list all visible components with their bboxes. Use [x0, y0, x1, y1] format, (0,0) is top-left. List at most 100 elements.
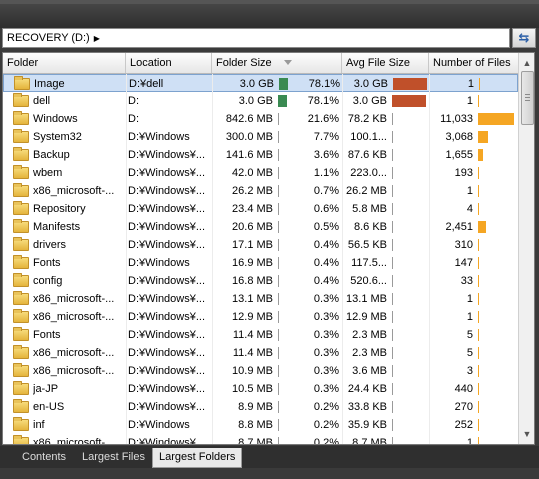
file-count: 33 [460, 275, 473, 287]
column-number-of-files[interactable]: Number of Files [429, 53, 518, 73]
avg-file-size: 8.6 KB [353, 221, 387, 233]
table-row[interactable]: System32 D:¥Windows 300.0 MB 7.7% 100.1... 3,… [3, 128, 518, 146]
folder-icon [13, 435, 29, 444]
table-row[interactable]: Repository D:¥Windows¥... 23.4 MB 0.6% 5.8 M… [3, 200, 518, 218]
file-count: 1 [466, 95, 473, 107]
table-row[interactable]: wbem D:¥Windows¥... 42.0 MB 1.1% 223.0... 193 [3, 164, 518, 182]
folder-size: 8.9 MB [238, 401, 273, 413]
avg-file-size: 24.4 KB [347, 383, 387, 395]
table-row[interactable]: en-US D:¥Windows¥... 8.9 MB 0.2% 33.8 KB 270 [3, 398, 518, 416]
table-row[interactable]: x86_microsoft-... D:¥Windows¥... 11.4 MB 0.… [3, 344, 518, 362]
scroll-up-icon[interactable]: ▲ [519, 55, 534, 71]
table-row[interactable]: Fonts D:¥Windows 16.9 MB 0.4% 117.5... 147 [3, 254, 518, 272]
folder-size: 16.9 MB [232, 257, 273, 269]
folder-location: D: [128, 95, 139, 107]
column-separator [429, 74, 430, 444]
file-count-bar [478, 257, 479, 269]
table-row[interactable]: x86_microsoft-... D:¥Windows¥... 10.9 MB 0.… [3, 362, 518, 380]
folder-percent: 21.6% [307, 113, 339, 125]
folder-icon [13, 327, 29, 341]
file-count: 1 [466, 311, 473, 323]
file-count: 147 [454, 257, 473, 269]
avg-file-size-bar [392, 131, 393, 143]
folder-icon [13, 219, 29, 233]
file-count-bar [478, 383, 479, 395]
vertical-scrollbar[interactable]: ▲ ▼ [518, 53, 534, 444]
table-row[interactable]: drivers D:¥Windows¥... 17.1 MB 0.4% 56.5 KB 3… [3, 236, 518, 254]
breadcrumb-arrow-icon[interactable]: ▶ [94, 34, 100, 43]
folder-size-bar [278, 275, 279, 287]
folder-name: Backup [33, 149, 70, 161]
table-row[interactable]: dell D: 3.0 GB 78.1% 3.0 GB 1 [3, 92, 518, 110]
folder-size-bar [278, 95, 287, 107]
file-count: 1 [467, 78, 474, 90]
folder-size-bar [278, 329, 279, 341]
table-row[interactable]: x86_microsoft-... D:¥Windows¥... 26.2 MB 0.… [3, 182, 518, 200]
table-row[interactable]: Windows D: 842.6 MB 21.6% 78.2 KB 11,033 [3, 110, 518, 128]
folder-icon [13, 309, 29, 323]
column-folder-size[interactable]: Folder Size [212, 53, 342, 73]
scroll-down-icon[interactable]: ▼ [519, 426, 534, 442]
scrollbar-thumb[interactable] [521, 71, 534, 125]
folder-name: Image [34, 78, 65, 90]
folder-size: 10.5 MB [232, 383, 273, 395]
folder-location: D:¥Windows [128, 131, 190, 143]
file-count-bar [478, 347, 479, 359]
file-count: 1 [466, 437, 473, 445]
tab-largest-folders[interactable]: Largest Folders [152, 448, 243, 468]
file-count: 3,068 [445, 131, 473, 143]
folder-location: D: [128, 113, 139, 125]
folder-size-bar [279, 78, 288, 90]
avg-file-size-bar [392, 185, 393, 197]
table-row[interactable]: x86_microsoft-... D:¥Windows¥... 8.7 MB 0.2… [3, 434, 518, 445]
address-bar[interactable]: RECOVERY (D:) ▶ [2, 28, 510, 48]
refresh-icon[interactable]: ⇆ [512, 28, 536, 48]
file-count: 193 [454, 167, 473, 179]
folder-size: 842.6 MB [225, 113, 273, 125]
column-folder[interactable]: Folder [3, 53, 126, 73]
column-location[interactable]: Location [126, 53, 212, 73]
avg-file-size-bar [392, 149, 393, 161]
tab-contents[interactable]: Contents [16, 448, 72, 467]
column-separator [126, 74, 127, 444]
column-avg-file-size[interactable]: Avg File Size [342, 53, 429, 73]
folder-size-bar [278, 383, 279, 395]
avg-file-size: 87.6 KB [347, 149, 387, 161]
file-count-bar [478, 221, 486, 233]
folder-size-bar [278, 221, 279, 233]
table-row[interactable]: Manifests D:¥Windows¥... 20.6 MB 0.5% 8.6 KB… [3, 218, 518, 236]
title-bar [0, 0, 539, 28]
folder-icon [13, 201, 29, 215]
avg-file-size: 117.5... [351, 257, 387, 269]
file-count-bar [478, 365, 479, 377]
avg-file-size-bar [393, 78, 427, 90]
avg-file-size-bar [392, 203, 393, 215]
folder-size-bar [278, 185, 279, 197]
table-row[interactable]: ja-JP D:¥Windows¥... 10.5 MB 0.3% 24.4 KB 440 [3, 380, 518, 398]
column-separator [342, 74, 343, 444]
folder-name: wbem [33, 167, 63, 179]
avg-file-size-bar [392, 257, 393, 269]
table-row[interactable]: Image D:¥dell 3.0 GB 78.1% 3.0 GB 1 [3, 74, 518, 92]
table-row[interactable]: inf D:¥Windows 8.8 MB 0.2% 35.9 KB 252 [3, 416, 518, 434]
table-row[interactable]: x86_microsoft-... D:¥Windows¥... 12.9 MB 0.… [3, 308, 518, 326]
folder-percent: 0.2% [313, 419, 339, 431]
folder-location: D:¥dell [129, 78, 164, 90]
folder-icon [13, 237, 29, 251]
tab-largest-files[interactable]: Largest Files [76, 448, 151, 467]
folder-icon [13, 381, 29, 395]
address-path[interactable]: RECOVERY (D:) [7, 32, 90, 44]
table-row[interactable]: Backup D:¥Windows¥... 141.6 MB 3.6% 87.6 KB 1… [3, 146, 518, 164]
folder-percent: 0.2% [313, 401, 339, 413]
folders-list-panel: Folder Location Folder Size Avg File Siz… [2, 52, 535, 445]
table-row[interactable]: config D:¥Windows¥... 16.8 MB 0.4% 520.6... 3… [3, 272, 518, 290]
folder-size: 3.0 GB [239, 78, 274, 90]
table-row[interactable]: Fonts D:¥Windows¥... 11.4 MB 0.3% 2.3 MB 5 [3, 326, 518, 344]
table-row[interactable]: x86_microsoft-... D:¥Windows¥... 13.1 MB 0.… [3, 290, 518, 308]
file-count: 1 [466, 185, 473, 197]
folder-name: Manifests [33, 221, 81, 233]
avg-file-size-bar [392, 437, 393, 444]
folder-size: 13.1 MB [232, 293, 273, 305]
folder-size-bar [278, 365, 279, 377]
folder-location: D:¥Windows¥... [128, 401, 206, 413]
